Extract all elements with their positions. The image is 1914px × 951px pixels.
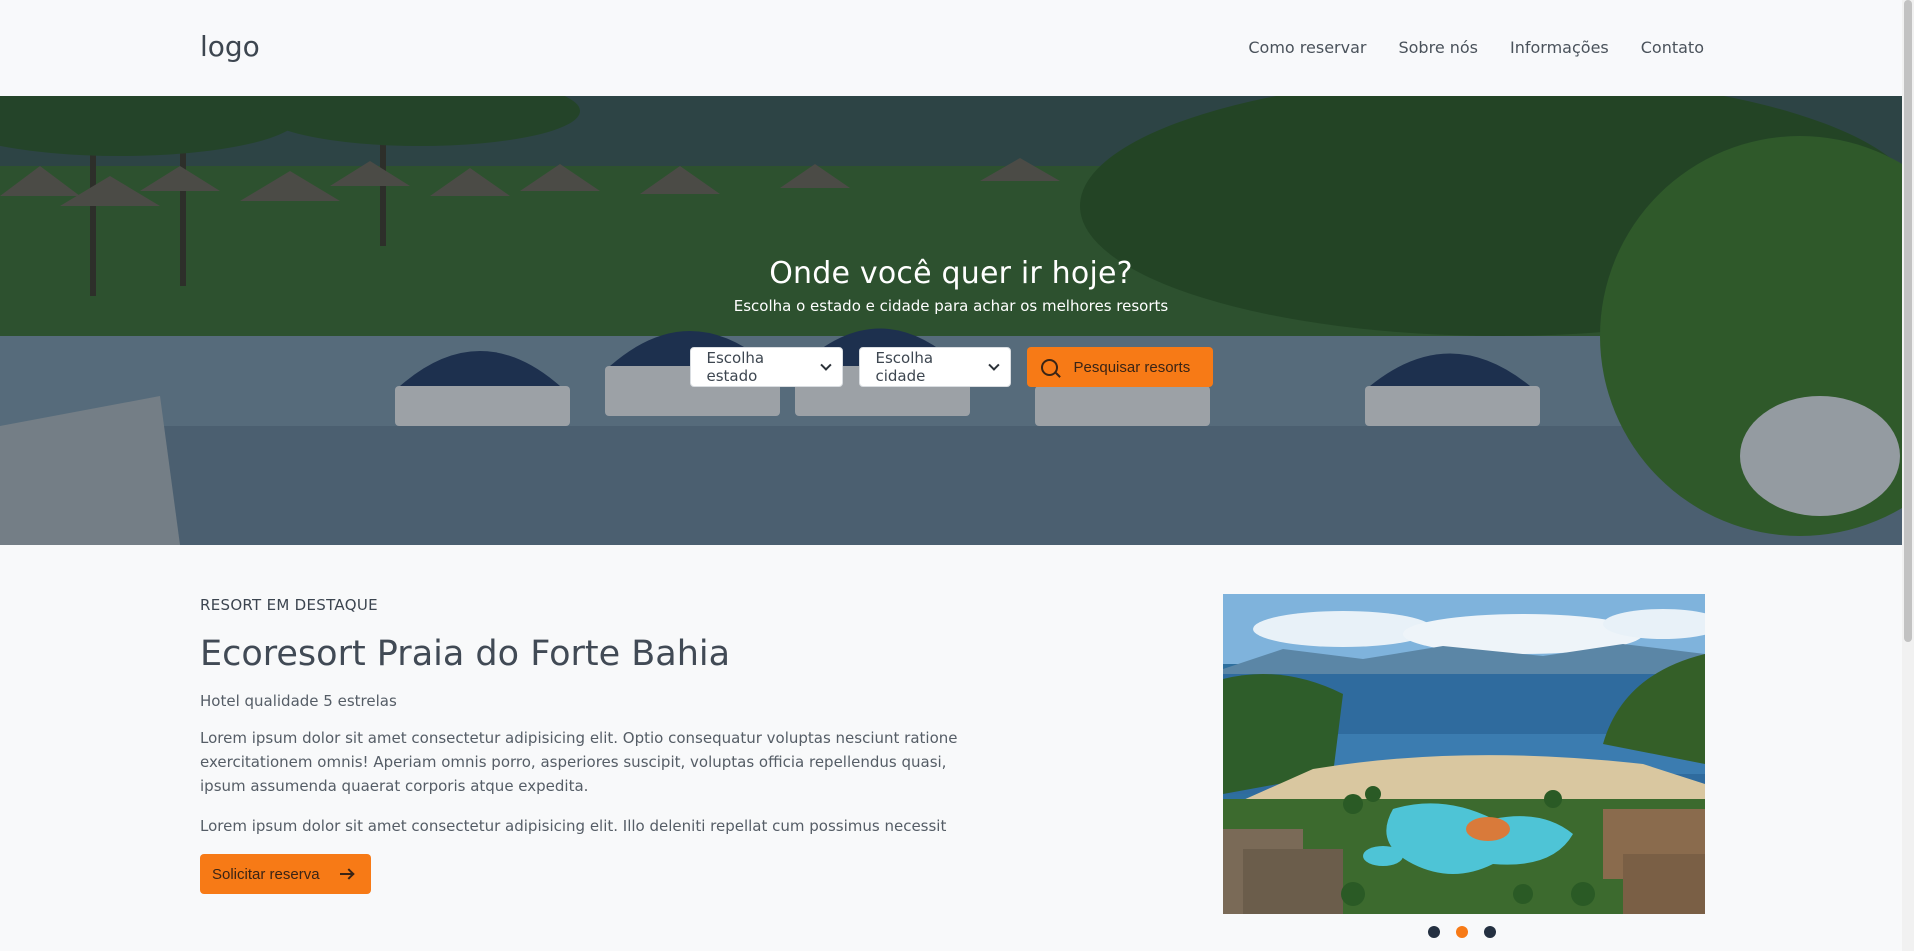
search-form: Escolha estado Escolha cidade Pesquisar … [0,347,1902,387]
hero-content: Onde você quer ir hoje? Escolha o estado… [0,256,1902,315]
carousel-dot-3[interactable] [1484,926,1496,938]
city-select-value: Escolha cidade [875,349,934,385]
featured-paragraph-2: Lorem ipsum dolor sit amet consectetur a… [200,817,947,835]
carousel-indicators [1428,926,1496,938]
request-reservation-button[interactable]: Solicitar reserva [200,854,371,894]
nav-link-contato[interactable]: Contato [1641,38,1704,57]
site-header: logo Como reservar Sobre nós Informações… [0,0,1902,96]
featured-resort: RESORT EM DESTAQUE Ecoresort Praia do Fo… [200,596,960,894]
featured-paragraph-1: Lorem ipsum dolor sit amet consectetur a… [200,729,958,795]
featured-eyebrow: RESORT EM DESTAQUE [200,596,378,614]
nav-link-como-reservar[interactable]: Como reservar [1248,38,1366,57]
search-icon [1040,358,1058,376]
resort-carousel-image[interactable] [1223,594,1705,914]
featured-subtitle: Hotel qualidade 5 estrelas [200,692,397,710]
city-select[interactable]: Escolha cidade [858,347,1011,387]
hero-subtitle: Escolha o estado e cidade para achar os … [733,297,1169,315]
hero-section: Onde você quer ir hoje? Escolha o estado… [0,96,1902,545]
search-resorts-button[interactable]: Pesquisar resorts [1026,347,1213,387]
carousel-dot-2[interactable] [1456,926,1468,938]
page-scrollbar[interactable] [1902,0,1914,951]
logo[interactable]: logo [200,30,260,63]
nav-link-informacoes[interactable]: Informações [1510,38,1609,57]
arrow-right-icon [339,873,352,875]
reserve-button-label: Solicitar reserva [212,865,320,883]
chevron-down-icon [988,359,1000,371]
carousel-dot-1[interactable] [1428,926,1440,938]
hero-overlay [0,96,1902,545]
scrollbar-thumb[interactable] [1904,0,1912,642]
featured-title: Ecoresort Praia do Forte Bahia [200,634,731,674]
state-select-value: Escolha estado [706,349,765,385]
resort-aerial-photo [1223,594,1705,914]
state-select[interactable]: Escolha estado [689,347,843,387]
hero-title: Onde você quer ir hoje? [769,256,1133,291]
nav-link-sobre-nos[interactable]: Sobre nós [1398,38,1478,57]
chevron-down-icon [820,359,832,371]
main-nav: Como reservar Sobre nós Informações Cont… [1248,38,1704,57]
search-button-label: Pesquisar resorts [1073,358,1191,376]
